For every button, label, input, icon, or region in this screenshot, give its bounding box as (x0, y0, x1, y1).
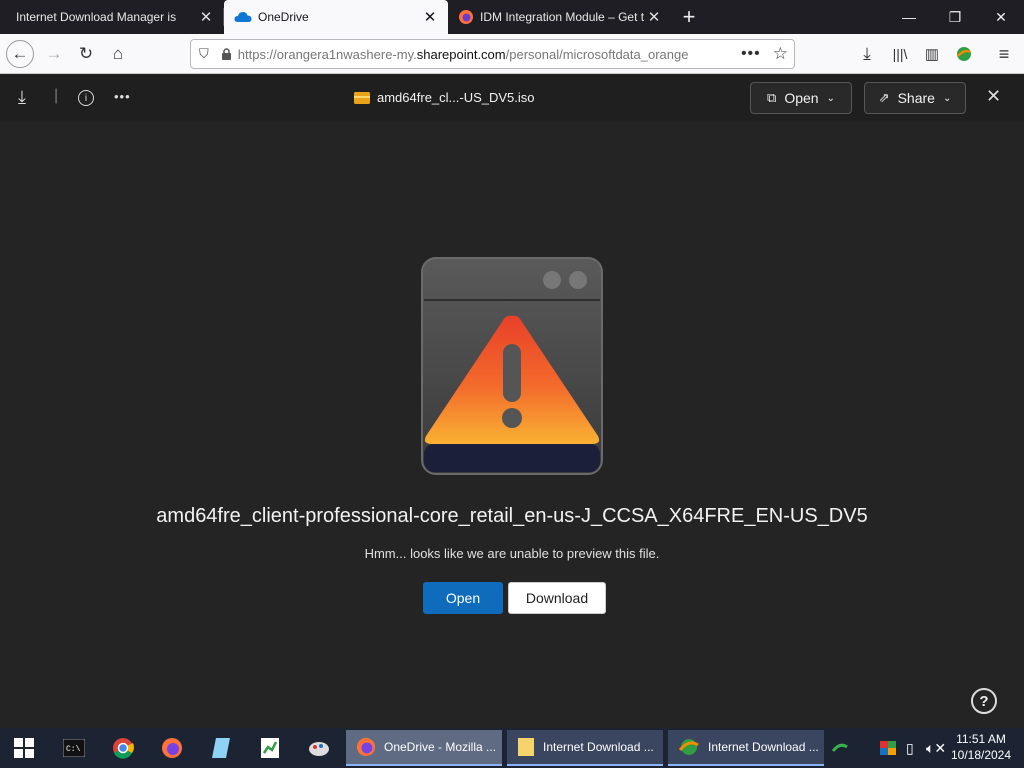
taskbar-app-label: OneDrive - Mozilla ... (384, 740, 497, 754)
windows-taskbar: C:\ OneDrive - Mozilla ... Internet Down… (0, 728, 1024, 768)
tab-title: Internet Download Manager is (16, 10, 177, 24)
back-arrow-icon[interactable]: ← (6, 40, 34, 68)
idm-extension-icon[interactable] (950, 40, 978, 68)
bookmark-star-icon[interactable]: ☆ (773, 44, 788, 64)
taskbar-app-label: Internet Download ... (708, 740, 819, 754)
tab-title: OneDrive (258, 10, 309, 24)
download-button[interactable]: Download (508, 582, 606, 614)
firefox-icon[interactable] (153, 732, 191, 764)
onedrive-viewer-header: ⤓ | i ••• amd64fre_cl...-US_DV5.iso ⧉ Op… (0, 75, 1024, 121)
chevron-down-icon: ⌄ (942, 92, 952, 104)
idm-app-icon (678, 739, 699, 755)
share-icon: ⇗ (878, 90, 890, 105)
close-window-icon[interactable]: ✕ (978, 0, 1024, 34)
tab-idm[interactable]: Internet Download Manager is ✕ (0, 0, 224, 34)
spreadsheet-app-icon[interactable] (251, 732, 289, 764)
taskbar-app-label: Internet Download ... (543, 740, 654, 754)
library-icon[interactable]: |||\ (886, 40, 914, 68)
restore-icon[interactable]: ❐ (932, 0, 978, 34)
open-button[interactable]: Open (423, 582, 503, 614)
more-options-icon[interactable]: ••• (114, 89, 131, 104)
forward-arrow-icon[interactable]: → (40, 40, 68, 68)
url-text[interactable]: https://orangera1nwashere-my.sharepoint.… (238, 47, 741, 62)
close-tab-icon[interactable]: ✕ (198, 8, 214, 26)
file-name-header: amd64fre_cl...-US_DV5.iso (354, 90, 535, 105)
help-icon[interactable]: ? (971, 688, 997, 714)
preview-error-illustration (421, 257, 603, 475)
chevron-down-icon: ⌄ (826, 92, 835, 104)
file-title: amd64fre_client-professional-core_retail… (156, 505, 868, 527)
svg-text:C:\: C:\ (66, 745, 81, 754)
download-icon[interactable]: ⤓ (18, 87, 26, 108)
close-viewer-icon[interactable]: ✕ (986, 86, 1001, 107)
chrome-icon[interactable] (104, 732, 142, 764)
firefox-tab-icon (459, 10, 473, 24)
preview-error-message: Hmm... looks like we are unable to previ… (364, 546, 660, 561)
clock-time: 11:51 AM (956, 732, 1006, 746)
tab-title: IDM Integration Module – Get t (480, 10, 645, 24)
sidebar-icon[interactable]: ▥ (918, 40, 946, 68)
divider: | (54, 87, 59, 104)
usb-tray-icon[interactable]: ▯ (906, 728, 914, 768)
close-tab-icon[interactable]: ✕ (646, 8, 662, 26)
window-controls: — ❐ ✕ (886, 0, 1024, 34)
home-icon[interactable]: ⌂ (104, 40, 132, 68)
open-external-icon: ⧉ (767, 90, 777, 105)
browser-navigation-bar: ← → ↻ ⌂ ⛉ https://orangera1nwashere-my.s… (0, 34, 1024, 74)
taskbar-app-idm-folder[interactable]: Internet Download ... (507, 730, 663, 766)
tracking-shield-icon[interactable]: ⛉ (199, 46, 209, 62)
url-prefix: https://orangera1nwashere-my. (237, 46, 417, 62)
system-clock[interactable]: 11:51 AM 10/18/2024 (946, 731, 1016, 763)
clock-date: 10/18/2024 (950, 748, 1012, 762)
paint-app-icon[interactable] (300, 732, 338, 764)
new-tab-plus-icon[interactable]: + (672, 0, 706, 34)
reload-icon[interactable]: ↻ (72, 40, 100, 68)
page-actions-menu-icon[interactable]: ••• (741, 45, 761, 63)
address-bar[interactable]: ⛉ https://orangera1nwashere-my.sharepoin… (190, 39, 795, 69)
open-label: Open (784, 90, 819, 106)
firefox-icon (356, 737, 376, 757)
folder-icon (518, 738, 534, 756)
lock-icon[interactable] (221, 47, 232, 61)
url-suffix: /personal/microsoftdata_orange (505, 46, 689, 62)
tab-idm-integration[interactable]: IDM Integration Module – Get t ✕ (448, 0, 672, 34)
info-icon[interactable]: i (78, 90, 94, 106)
hamburger-menu-icon[interactable]: ≡ (990, 40, 1018, 68)
windows-start-icon[interactable] (5, 732, 43, 764)
close-tab-icon[interactable]: ✕ (422, 8, 438, 26)
browser-tab-bar: Internet Download Manager is ✕ OneDrive … (0, 0, 1024, 34)
share-dropdown-button[interactable]: ⇗ Share ⌄ (864, 82, 966, 114)
idm-tray-icon[interactable] (832, 728, 848, 768)
disc-image-file-icon (354, 91, 370, 104)
taskbar-app-idm[interactable]: Internet Download ... (668, 730, 824, 766)
share-label: Share (897, 90, 935, 106)
tab-onedrive[interactable]: OneDrive ✕ (224, 0, 448, 34)
downloads-icon[interactable]: ⤓ (853, 40, 881, 68)
taskbar-app-firefox[interactable]: OneDrive - Mozilla ... (346, 730, 502, 766)
command-prompt-icon[interactable]: C:\ (55, 732, 93, 764)
file-app-icon[interactable] (202, 732, 240, 764)
url-domain: sharepoint.com (416, 46, 506, 62)
volume-muted-icon[interactable]: 🔈︎✕ (926, 728, 946, 768)
open-dropdown-button[interactable]: ⧉ Open ⌄ (750, 82, 852, 114)
color-tray-icon[interactable] (880, 728, 896, 768)
short-file-name: amd64fre_cl...-US_DV5.iso (377, 90, 535, 105)
minimize-icon[interactable]: — (886, 0, 932, 34)
onedrive-cloud-icon (234, 12, 252, 22)
